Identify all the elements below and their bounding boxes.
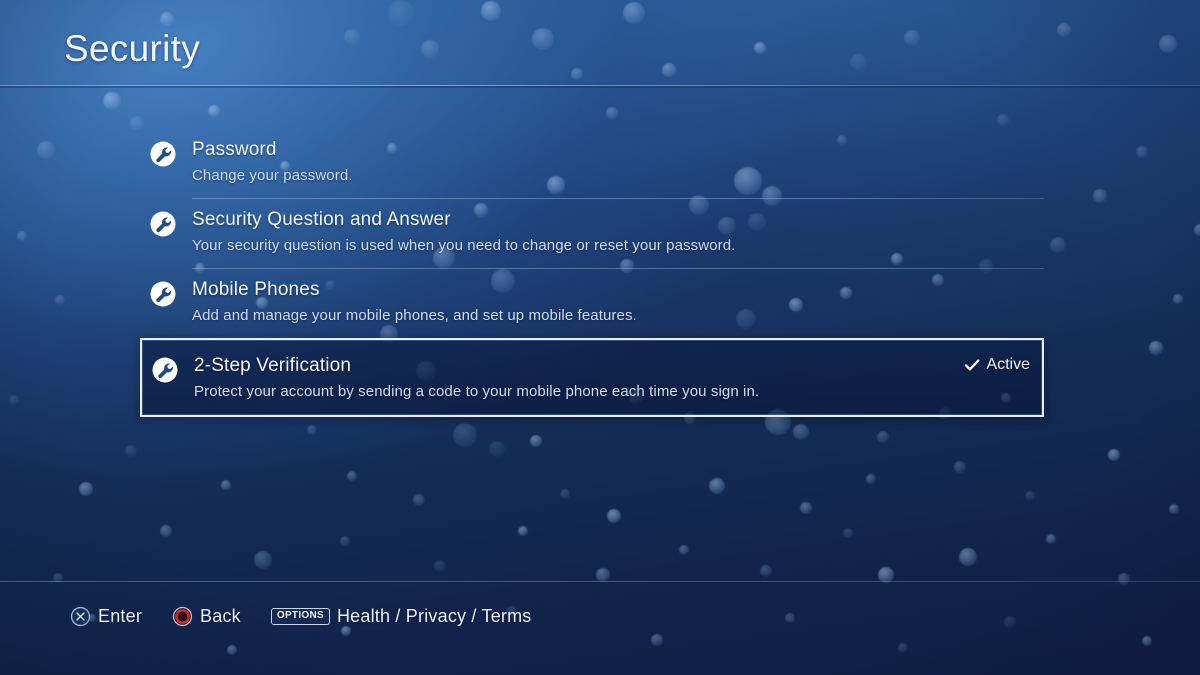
menu-item-title: Security Question and Answer [192,209,451,230]
menu-item-description: Your security question is used when you … [192,236,736,254]
menu-item-text: 2-Step Verification Protect your account … [194,354,964,401]
footer-hint-label: Enter [98,605,143,626]
footer-hint-enter[interactable]: Enter [70,606,142,627]
menu-item-security-question-and-answer[interactable]: Security Question and Answer Your securit… [142,198,1044,268]
options-button-icon: OPTIONS [270,607,330,625]
menu-item-text: Mobile Phones Add and manage your mobile … [192,278,1042,325]
menu-item-description: Protect your account by sending a code t… [194,382,760,400]
footer-hint-options[interactable]: OPTIONS Health / Privacy / Terms [270,605,532,627]
security-settings-screen: Security Password Change your password. Se… [0,0,1200,675]
status-badge: Active [964,356,1042,374]
menu-item-mobile-phones[interactable]: Mobile Phones Add and manage your mobile … [142,268,1044,338]
settings-menu-list: Password Change your password. Security Qu… [140,128,1044,418]
page-title: Security [64,28,201,69]
header: Security [0,0,1200,88]
menu-item-title: Mobile Phones [192,279,320,300]
footer-hint-label: Health / Privacy / Terms [336,605,532,626]
menu-item-text: Security Question and Answer Your securit… [192,208,1042,255]
wrench-icon [152,357,178,383]
status-label: Active [986,356,1030,373]
wrench-icon [150,211,176,237]
menu-item-text: Password Change your password. [192,138,1042,185]
header-divider-shadow [0,86,1200,88]
menu-item-title: 2-Step Verification [194,355,352,376]
wrench-icon [150,141,176,167]
footer-hint-label: Back [200,605,241,626]
menu-item-title: Password [192,139,277,160]
menu-item-description: Add and manage your mobile phones, and s… [192,306,637,324]
check-icon [965,359,980,371]
menu-item-2-step-verification[interactable]: 2-Step Verification Protect your account … [140,338,1044,418]
menu-item-description: Change your password. [192,166,353,184]
cross-button-icon [70,606,91,626]
footer-divider [0,581,1200,582]
footer-hint-bar: Enter Back OPTIONS Health / Privacy / Terms [70,603,532,629]
wrench-icon [150,281,176,307]
footer-hint-back[interactable]: Back [172,606,241,627]
circle-button-icon [172,606,193,626]
menu-item-password[interactable]: Password Change your password. [142,128,1042,198]
